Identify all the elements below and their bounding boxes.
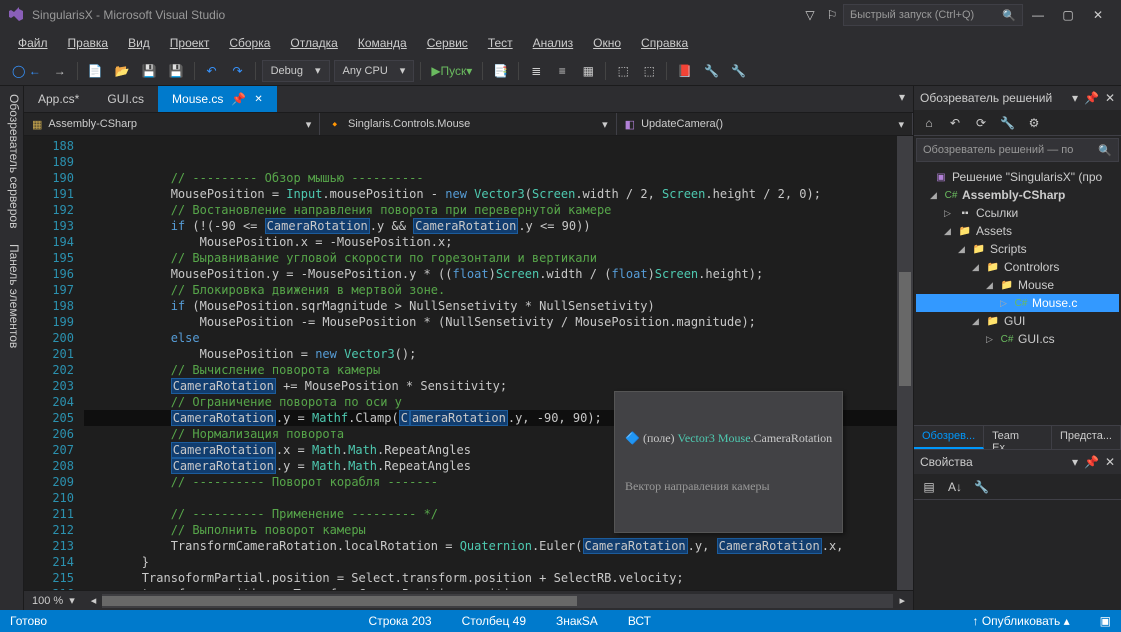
se-tool-icon[interactable]: 🔧: [996, 112, 1019, 134]
menu-window[interactable]: Окно: [583, 32, 631, 54]
quick-launch-input[interactable]: Быстрый запуск (Ctrl+Q) 🔍: [843, 4, 1023, 26]
toolbox-tab[interactable]: Панель элементов: [2, 244, 21, 348]
pin-icon[interactable]: 📌: [231, 92, 246, 106]
tab-mouse[interactable]: Mouse.cs📌✕: [158, 86, 277, 112]
assembly-combo[interactable]: ▦Assembly-CSharp▾: [24, 113, 320, 135]
se-tab-solution[interactable]: Обозрев...: [914, 426, 984, 449]
publish-button[interactable]: ↑ Опубликовать ▴: [972, 614, 1069, 628]
menu-view[interactable]: Вид: [118, 32, 160, 54]
status-ins: ВСТ: [628, 614, 651, 628]
panel-menu-icon[interactable]: ▾: [1072, 91, 1078, 105]
save-all-button[interactable]: 💾: [165, 60, 188, 82]
pin-icon[interactable]: 📌: [1084, 91, 1099, 105]
class-combo[interactable]: 🔸Singlaris.Controls.Mouse▾: [320, 113, 616, 135]
se-search-input[interactable]: Обозреватель решений — по🔍: [916, 138, 1119, 162]
menu-test[interactable]: Тест: [478, 32, 523, 54]
vs-logo-icon: [8, 7, 24, 23]
window-title: SingularisX - Microsoft Visual Studio: [32, 8, 225, 22]
source-control-icon[interactable]: ▣: [1100, 614, 1111, 628]
filter-icon[interactable]: ▽: [799, 4, 821, 26]
tb-icon-3[interactable]: ≡: [551, 60, 573, 82]
new-project-button[interactable]: 📄: [84, 60, 107, 82]
zoom-combo[interactable]: 100 %: [32, 595, 63, 607]
code-editor[interactable]: // --------- Обзор мышью ---------- Mous…: [84, 136, 897, 590]
panel-close-icon[interactable]: ✕: [1105, 455, 1115, 469]
open-button[interactable]: 📂: [111, 60, 134, 82]
menu-team[interactable]: Команда: [348, 32, 417, 54]
tb-icon-6[interactable]: ⬚: [638, 60, 660, 82]
solution-explorer-title: Обозреватель решений: [920, 91, 1052, 105]
tab-gui[interactable]: GUI.cs: [93, 86, 158, 112]
quick-launch-placeholder: Быстрый запуск (Ctrl+Q): [850, 9, 974, 21]
search-icon: 🔍: [1002, 9, 1016, 22]
status-char: ЗнакSA: [556, 614, 598, 628]
status-col: Столбец 49: [462, 614, 526, 628]
back-button[interactable]: ◯ ←: [8, 60, 45, 82]
props-tool-icon[interactable]: 🔧: [970, 476, 993, 498]
se-back-icon[interactable]: ↶: [944, 112, 966, 134]
menu-service[interactable]: Сервис: [417, 32, 478, 54]
menu-project[interactable]: Проект: [160, 32, 220, 54]
platform-combo[interactable]: Any CPU▾: [334, 60, 415, 82]
tb-icon-1[interactable]: 📑: [489, 60, 512, 82]
menu-analysis[interactable]: Анализ: [523, 32, 584, 54]
close-button[interactable]: ✕: [1083, 4, 1113, 26]
status-line: Строка 203: [369, 614, 432, 628]
panel-close-icon[interactable]: ✕: [1105, 91, 1115, 105]
config-combo[interactable]: Debug▾: [262, 60, 330, 82]
tab-app[interactable]: App.cs*: [24, 86, 93, 112]
tab-menu-icon[interactable]: ▾: [891, 86, 913, 108]
tb-icon-8[interactable]: 🔧: [700, 60, 723, 82]
se-home-icon[interactable]: ⌂: [918, 112, 940, 134]
se-sync-icon[interactable]: ⟳: [970, 112, 992, 134]
props-az-icon[interactable]: A↓: [944, 476, 966, 498]
method-combo[interactable]: ◧UpdateCamera()▾: [617, 113, 913, 135]
server-explorer-tab[interactable]: Обозреватель серверов: [2, 94, 21, 228]
undo-button[interactable]: ↶: [201, 60, 223, 82]
properties-title: Свойства: [920, 455, 973, 469]
save-button[interactable]: 💾: [138, 60, 161, 82]
se-tab-class[interactable]: Предста...: [1052, 426, 1121, 449]
intellisense-tooltip: 🔷 (поле) Vector3 Mouse.CameraRotation Ве…: [614, 391, 843, 533]
se-tab-team[interactable]: Team Ex...: [984, 426, 1052, 449]
solution-tree[interactable]: ▣Решение "SingularisX" (про ◢C#Assembly-…: [914, 164, 1121, 425]
editor-vscroll[interactable]: [897, 136, 913, 590]
close-tab-icon[interactable]: ✕: [254, 94, 262, 105]
se-tool2-icon[interactable]: ⚙: [1023, 112, 1045, 134]
menu-debug[interactable]: Отладка: [280, 32, 347, 54]
panel-menu-icon[interactable]: ▾: [1072, 455, 1078, 469]
play-button[interactable]: ▶ Пуск ▾: [427, 60, 476, 82]
tb-icon-7[interactable]: 📕: [673, 60, 696, 82]
line-gutter: 1881891901911921931941951961971981992002…: [24, 136, 84, 590]
pin-icon[interactable]: 📌: [1084, 455, 1099, 469]
menu-edit[interactable]: Правка: [58, 32, 119, 54]
forward-button[interactable]: →: [49, 60, 71, 82]
notifications-icon[interactable]: ⚐: [821, 4, 843, 26]
menu-help[interactable]: Справка: [631, 32, 698, 54]
menu-build[interactable]: Сборка: [219, 32, 280, 54]
maximize-button[interactable]: ▢: [1053, 4, 1083, 26]
tb-icon-9[interactable]: 🔧: [727, 60, 750, 82]
menu-file[interactable]: Файл: [8, 32, 58, 54]
props-cat-icon[interactable]: ▤: [918, 476, 940, 498]
tb-icon-2[interactable]: ≣: [525, 60, 547, 82]
redo-button[interactable]: ↷: [227, 60, 249, 82]
status-ready: Готово: [10, 614, 47, 628]
minimize-button[interactable]: —: [1023, 4, 1053, 26]
editor-hscroll[interactable]: [102, 594, 893, 608]
tb-icon-4[interactable]: ▦: [577, 60, 599, 82]
tb-icon-5[interactable]: ⬚: [612, 60, 634, 82]
